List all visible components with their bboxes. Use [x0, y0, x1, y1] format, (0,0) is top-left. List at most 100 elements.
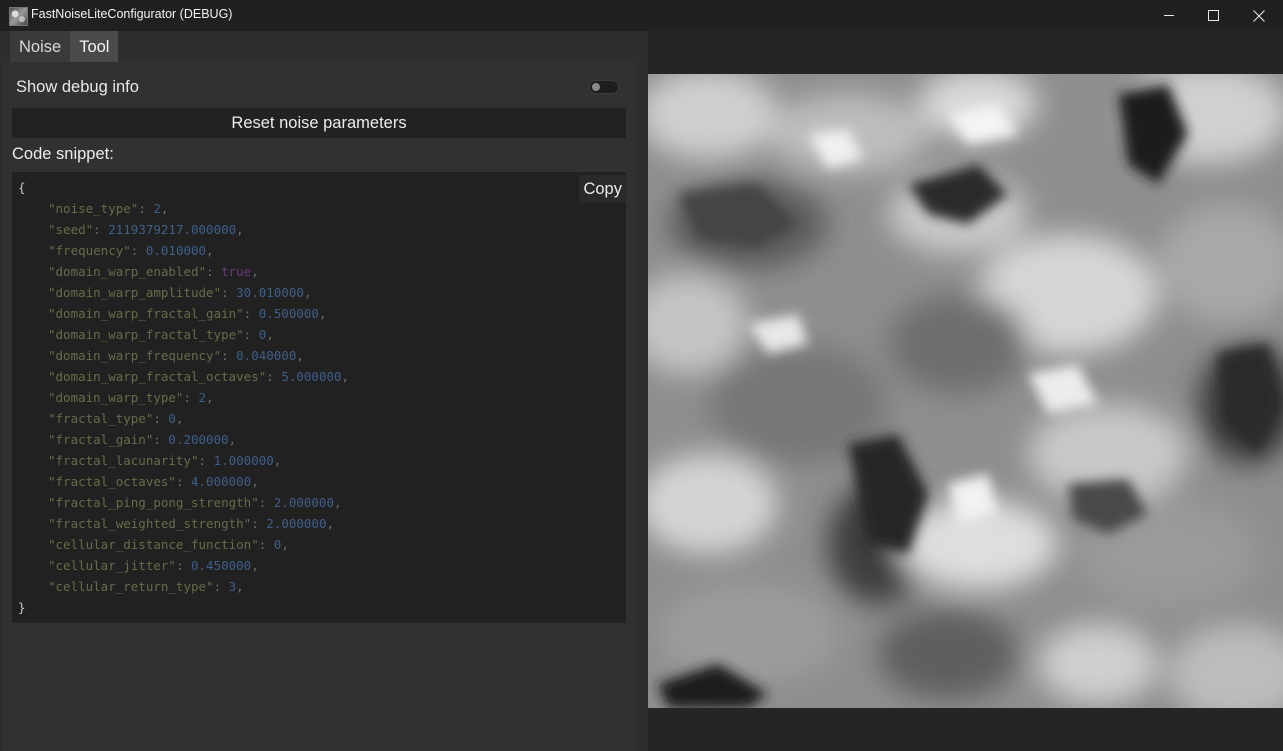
- code-colon: :: [258, 537, 274, 552]
- code-param-key: "seed": [48, 222, 94, 237]
- code-param-line: "fractal_weighted_strength": 2.000000,: [18, 513, 349, 534]
- toggle-knob: [592, 83, 600, 91]
- minimize-button[interactable]: [1146, 0, 1192, 31]
- code-param-key: "cellular_distance_function": [48, 537, 259, 552]
- code-colon: :: [213, 579, 229, 594]
- code-param-line: "cellular_return_type": 3,: [18, 576, 349, 597]
- code-colon: :: [130, 243, 146, 258]
- reset-noise-button[interactable]: Reset noise parameters: [12, 108, 626, 138]
- noise-texture: [648, 74, 1283, 708]
- maximize-icon: [1207, 10, 1219, 21]
- code-param-value: 5.000000: [281, 369, 342, 384]
- code-param-key: "domain_warp_amplitude": [48, 285, 222, 300]
- code-param-lines: "noise_type": 2, "seed": 2119379217.00000…: [18, 198, 349, 597]
- code-param-key: "domain_warp_fractal_octaves": [48, 369, 267, 384]
- preview-pane: [648, 31, 1283, 751]
- code-comma: ,: [334, 495, 342, 510]
- code-param-key: "frequency": [48, 243, 131, 258]
- code-colon: :: [198, 453, 214, 468]
- code-param-value: 2.000000: [273, 495, 334, 510]
- code-comma: ,: [266, 327, 274, 342]
- code-comma: ,: [326, 516, 335, 531]
- code-param-key: "fractal_lacunarity": [48, 453, 199, 468]
- code-snippet-box[interactable]: { "noise_type": 2, "seed": 2119379217.0000…: [12, 172, 626, 623]
- tab-noise[interactable]: Noise: [10, 31, 71, 63]
- code-comma: ,: [236, 579, 244, 594]
- code-param-key: "domain_warp_fractal_type": [48, 327, 244, 342]
- code-param-line: "seed": 2119379217.000000,: [18, 219, 349, 240]
- copy-button[interactable]: Copy: [579, 175, 626, 203]
- debug-info-row: Show debug info: [16, 78, 626, 98]
- code-param-line: "domain_warp_enabled": true,: [18, 261, 349, 282]
- code-param-key: "domain_warp_fractal_gain": [48, 306, 244, 321]
- code-colon: :: [258, 495, 274, 510]
- code-param-value: 0.500000: [258, 306, 319, 321]
- code-colon: :: [251, 516, 267, 531]
- debug-info-toggle[interactable]: [589, 80, 619, 94]
- code-param-line: "domain_warp_frequency": 0.040000,: [18, 345, 349, 366]
- code-colon: :: [138, 201, 154, 216]
- code-param-key: "noise_type": [48, 201, 139, 216]
- code-comma: ,: [281, 537, 289, 552]
- code-param-key: "fractal_gain": [48, 432, 154, 447]
- code-param-line: "cellular_jitter": 0.450000,: [18, 555, 349, 576]
- code-param-line: "fractal_octaves": 4.000000,: [18, 471, 349, 492]
- code-comma: ,: [251, 264, 259, 279]
- code-param-value: 0.010000: [145, 243, 207, 258]
- code-param-value: 30.010000: [236, 285, 304, 300]
- preview-top-bar: [648, 31, 1283, 74]
- code-colon: :: [221, 348, 237, 363]
- noise-preview-image[interactable]: [648, 74, 1283, 708]
- code-param-value: 2119379217.000000: [108, 222, 237, 237]
- code-param-value: 0.040000: [236, 348, 297, 363]
- code-param-value: 2: [153, 201, 161, 216]
- code-colon: :: [206, 264, 222, 279]
- code-param-key: "domain_warp_enabled": [48, 264, 207, 279]
- code-param-key: "domain_warp_type": [48, 390, 184, 405]
- code-param-line: "domain_warp_fractal_octaves": 5.000000,: [18, 366, 349, 387]
- code-colon: :: [153, 432, 169, 447]
- code-open-brace: {: [18, 180, 26, 195]
- code-comma: ,: [318, 306, 327, 321]
- code-colon: :: [93, 222, 109, 237]
- code-close-brace: }: [18, 600, 26, 615]
- maximize-button[interactable]: [1190, 0, 1236, 31]
- code-param-key: "fractal_weighted_strength": [48, 516, 252, 531]
- code-comma: ,: [206, 243, 214, 258]
- code-param-line: "domain_warp_type": 2,: [18, 387, 349, 408]
- code-param-value: 4.000000: [191, 474, 252, 489]
- close-button[interactable]: [1236, 0, 1282, 31]
- code-param-line: "fractal_type": 0,: [18, 408, 349, 429]
- code-text: { "noise_type": 2, "seed": 2119379217.0000…: [18, 177, 349, 618]
- code-colon: :: [221, 285, 237, 300]
- code-param-value: 1.000000: [213, 453, 274, 468]
- code-param-value: true: [221, 264, 252, 279]
- code-snippet-heading: Code snippet:: [12, 145, 114, 163]
- code-comma: ,: [251, 558, 259, 573]
- code-comma: ,: [303, 285, 312, 300]
- code-param-key: "fractal_type": [48, 411, 154, 426]
- window-title: FastNoiseLiteConfigurator (DEBUG): [31, 7, 233, 21]
- code-comma: ,: [251, 474, 259, 489]
- code-param-line: "fractal_gain": 0.200000,: [18, 429, 349, 450]
- tab-tool[interactable]: Tool: [70, 31, 119, 63]
- code-comma: ,: [228, 432, 237, 447]
- config-panel: Noise Tool Show debug info Reset noise p…: [0, 31, 648, 751]
- code-param-line: "domain_warp_amplitude": 30.010000,: [18, 282, 349, 303]
- code-comma: ,: [206, 390, 214, 405]
- code-comma: ,: [296, 348, 304, 363]
- code-param-line: "fractal_lacunarity": 1.000000,: [18, 450, 349, 471]
- code-param-line: "fractal_ping_pong_strength": 2.000000,: [18, 492, 349, 513]
- title-bar: FastNoiseLiteConfigurator (DEBUG): [0, 0, 1283, 31]
- code-comma: ,: [273, 453, 282, 468]
- code-param-key: "domain_warp_frequency": [48, 348, 222, 363]
- code-comma: ,: [341, 369, 350, 384]
- code-param-value: 0: [168, 411, 176, 426]
- code-colon: :: [175, 558, 191, 573]
- code-colon: :: [243, 327, 259, 342]
- code-param-key: "fractal_ping_pong_strength": [48, 495, 259, 510]
- code-param-value: 2.000000: [266, 516, 327, 531]
- code-colon: :: [243, 306, 259, 321]
- code-param-key: "cellular_return_type": [48, 579, 214, 594]
- code-param-line: "cellular_distance_function": 0,: [18, 534, 349, 555]
